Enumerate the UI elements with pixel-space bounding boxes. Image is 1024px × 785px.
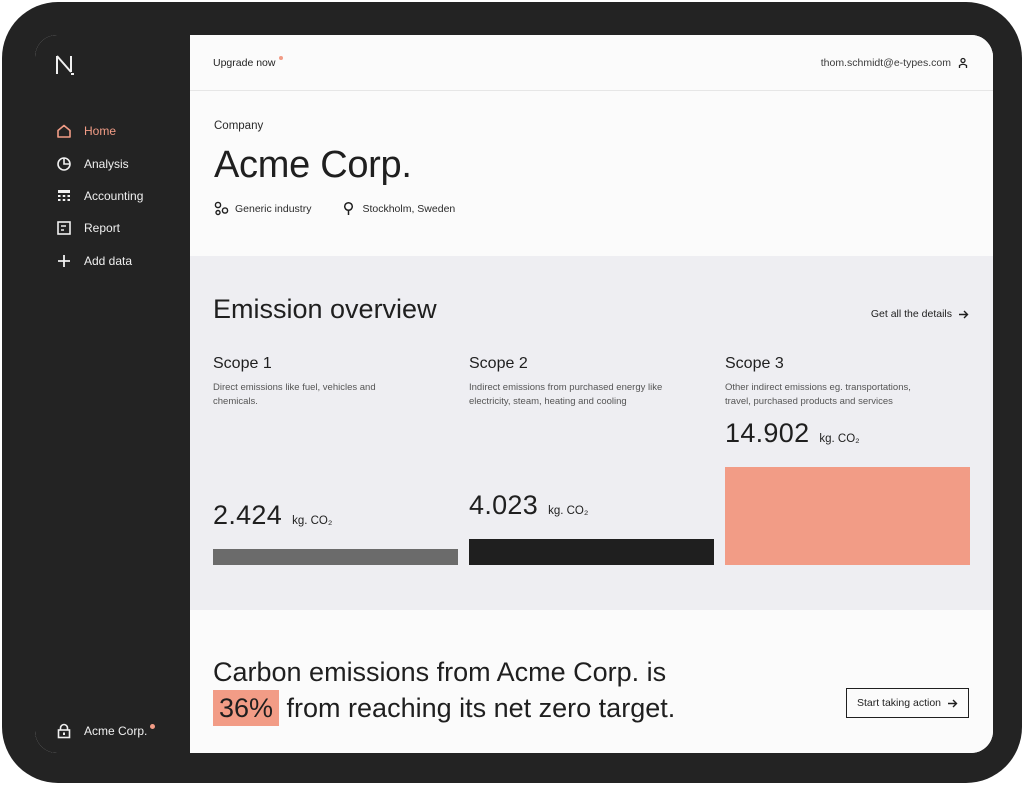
sidebar-item-label: Analysis: [84, 156, 129, 171]
get-details-link[interactable]: Get all the details: [871, 308, 969, 320]
app-screen: Home Analysis Accounting Report Add data…: [35, 35, 993, 753]
target-line-2: from reaching its net zero target.: [279, 693, 676, 723]
start-taking-action-button[interactable]: Start taking action: [845, 688, 969, 718]
sidebar-item-accounting[interactable]: Accounting: [35, 180, 190, 212]
scope-description: Indirect emissions from purchased energy…: [469, 382, 663, 407]
scope-1-card: Scope 1 Direct emissions like fuel, vehi…: [213, 355, 458, 565]
net-zero-target: Carbon emissions from Acme Corp. is 36% …: [190, 610, 993, 753]
user-menu[interactable]: thom.schmidt@e-types.com: [821, 57, 969, 69]
main-content: Upgrade now thom.schmidt@e-types.com Com…: [190, 35, 993, 753]
scope-value-row: 14.902 kg. CO₂: [725, 418, 860, 449]
calculator-icon: [56, 188, 72, 204]
scope-value: 14.902: [725, 418, 810, 448]
notification-dot: [150, 724, 156, 729]
plus-icon: [56, 253, 72, 269]
sidebar-item-label: Accounting: [84, 188, 144, 203]
scope-value: 2.424: [213, 500, 283, 530]
scope-unit: kg. CO₂: [292, 515, 333, 527]
upgrade-label: Upgrade now: [213, 56, 276, 69]
tablet-frame: Home Analysis Accounting Report Add data…: [2, 2, 1022, 783]
arrow-right-icon: [948, 699, 958, 707]
app-logo-icon[interactable]: [55, 55, 75, 75]
button-label: Start taking action: [856, 697, 941, 709]
sidebar-item-analysis[interactable]: Analysis: [35, 147, 190, 179]
scope-1-bar: [213, 549, 458, 565]
scope-2-card: Scope 2 Indirect emissions from purchase…: [469, 355, 714, 565]
sidebar-item-label: Add data: [84, 253, 133, 268]
target-percent: 36%: [213, 690, 280, 726]
industry-label: Generic industry: [235, 202, 312, 215]
sidebar-item-add-data[interactable]: Add data: [35, 245, 190, 277]
scope-unit: kg. CO₂: [819, 433, 860, 445]
scope-description: Direct emissions like fuel, vehicles and…: [213, 382, 376, 407]
top-bar: Upgrade now thom.schmidt@e-types.com: [190, 35, 993, 91]
scope-3-bar: [725, 467, 970, 565]
scope-2-bar: [469, 539, 714, 565]
location-tag: Stockholm, Sweden: [341, 201, 455, 216]
company-label: Company: [214, 120, 264, 132]
company-section: Company Acme Corp. Generic industry Stoc…: [190, 91, 993, 256]
scope-name: Scope 3: [725, 355, 784, 372]
organization-switcher[interactable]: Acme Corp.: [56, 723, 156, 739]
lock-icon: [56, 723, 72, 739]
company-name: Acme Corp.: [214, 144, 412, 186]
location-label: Stockholm, Sweden: [362, 202, 456, 215]
location-pin-icon: [344, 201, 354, 215]
pie-chart-icon: [56, 156, 72, 172]
section-title: Emission overview: [213, 294, 437, 324]
target-line-2-wrap: 36% from reaching its net zero target.: [213, 690, 675, 726]
sidebar-item-report[interactable]: Report: [35, 212, 190, 244]
scope-value-row: 4.023 kg. CO₂: [469, 490, 588, 521]
sidebar-item-label: Home: [84, 124, 117, 139]
scope-name: Scope 1: [213, 355, 272, 372]
sidebar-nav: Home Analysis Accounting Report Add data: [35, 115, 190, 277]
upgrade-link[interactable]: Upgrade now: [213, 55, 284, 69]
scope-unit: kg. CO₂: [548, 505, 589, 517]
emission-overview: Emission overview Get all the details Sc…: [190, 256, 993, 610]
arrow-right-icon: [959, 310, 969, 318]
industry-tag: Generic industry: [214, 201, 311, 216]
sidebar-item-label: Report: [84, 221, 121, 236]
report-icon: [56, 220, 72, 236]
sidebar-item-home[interactable]: Home: [35, 115, 190, 147]
sidebar: Home Analysis Accounting Report Add data…: [35, 35, 190, 753]
user-email: thom.schmidt@e-types.com: [820, 56, 951, 69]
industry-icon: [214, 201, 229, 216]
scope-description: Other indirect emissions eg. transportat…: [725, 382, 911, 407]
scope-value-row: 2.424 kg. CO₂: [213, 500, 332, 531]
user-icon: [958, 57, 968, 68]
organization-name: Acme Corp.: [84, 724, 148, 738]
upgrade-dot: [279, 55, 284, 60]
target-line-1: Carbon emissions from Acme Corp. is: [213, 657, 667, 687]
scope-3-card: Scope 3 Other indirect emissions eg. tra…: [725, 355, 970, 565]
company-meta: Generic industry Stockholm, Sweden: [214, 201, 993, 216]
target-statement: Carbon emissions from Acme Corp. is 36% …: [213, 654, 675, 726]
scope-value: 4.023: [469, 490, 539, 520]
scope-name: Scope 2: [469, 355, 528, 372]
home-icon: [56, 123, 72, 139]
details-link-label: Get all the details: [870, 308, 952, 320]
